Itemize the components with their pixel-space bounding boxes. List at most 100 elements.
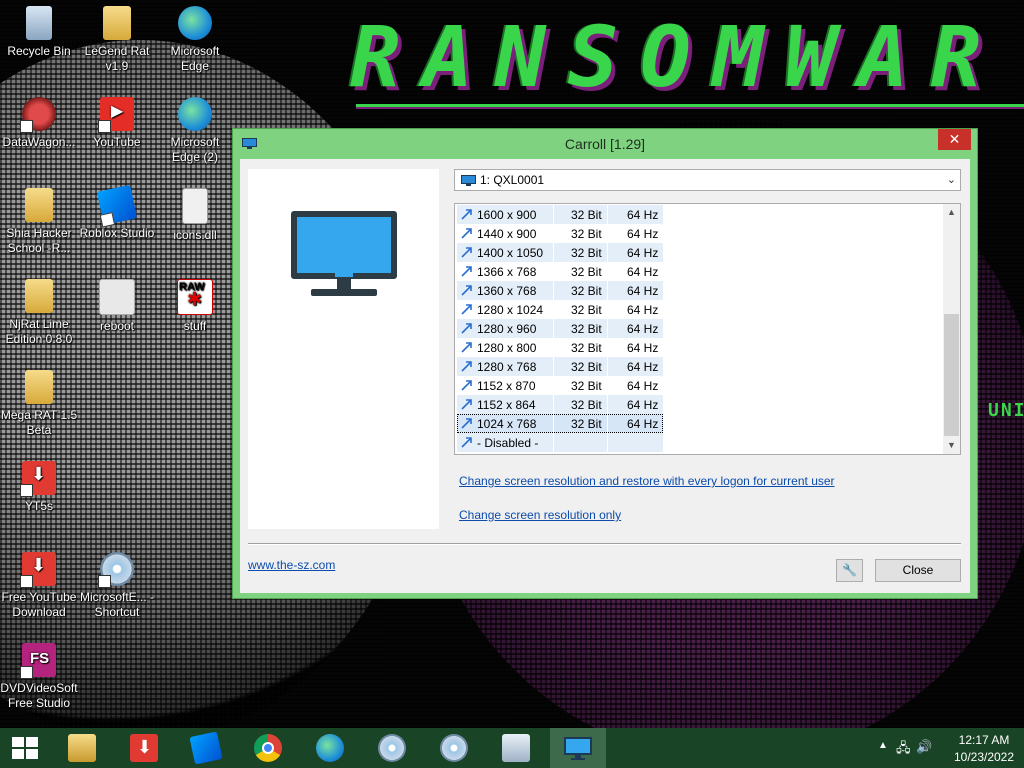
desktop-icon-label: Microsoft Edge [170, 44, 220, 73]
roblox-icon [96, 184, 138, 226]
desktop-icon-microsofte-shortcut[interactable]: MicrosoftE... - Shortcut [78, 552, 156, 620]
desktop-icon-icons-dll[interactable]: icons.dll [156, 188, 234, 243]
desktop-icon-microsoft-edge[interactable]: Microsoft Edge [156, 6, 234, 74]
desktop-icon-shia-hacker-school[interactable]: Shia Hacker School -R... [0, 188, 78, 256]
folder-icon [103, 6, 131, 40]
desktop-icon-label: DVDVideoSoft Free Studio [0, 681, 78, 710]
resolution-row[interactable]: - Disabled - [457, 433, 663, 452]
color-depth-cell: 32 Bit [571, 417, 602, 431]
color-depth-cell: 32 Bit [571, 227, 602, 241]
file-explorer-icon [68, 734, 96, 762]
resolution-cell: 1280 x 1024 [477, 303, 544, 317]
recycle-bin-icon [26, 6, 52, 40]
taskbar-disc-app-2[interactable] [426, 728, 482, 768]
resolution-list[interactable]: 1600 x 900 32 Bit 64 Hz 1440 x 900 32 Bit 64 … [454, 203, 961, 455]
taskbar-free-youtube-download[interactable] [116, 728, 172, 768]
display-dropdown-value: 1: QXL0001 [480, 173, 545, 187]
monitor-icon [564, 737, 592, 760]
desktop-icon-free-youtube-download[interactable]: Free YouTube Download [0, 552, 78, 620]
resolution-row[interactable]: 1152 x 870 32 Bit 64 Hz [457, 376, 663, 395]
color-depth-cell: 32 Bit [571, 360, 602, 374]
change-resolution-restore-link[interactable]: Change screen resolution and restore wit… [459, 474, 835, 488]
resolution-cell: 1280 x 768 [477, 360, 537, 374]
desktop-icon-label: Shia Hacker School -R... [6, 226, 72, 255]
resolution-row[interactable]: 1360 x 768 32 Bit 64 Hz [457, 281, 663, 300]
refresh-rate-cell: 64 Hz [627, 417, 659, 431]
taskbar-task-monitor[interactable] [488, 728, 544, 768]
desktop-icon-dvdvideosoft[interactable]: DVDVideoSoft Free Studio [0, 643, 78, 711]
resolution-cell: 1440 x 900 [477, 227, 537, 241]
edge-icon [178, 97, 212, 131]
resize-arrow-icon [461, 399, 472, 410]
refresh-rate-cell: 64 Hz [627, 227, 659, 241]
color-depth-cell: 32 Bit [571, 379, 602, 393]
taskbar-chrome[interactable] [240, 728, 296, 768]
resolution-cell: 1360 x 768 [477, 284, 537, 298]
window-client-area: 1: QXL0001 ⌄ 1600 x 900 32 Bit 64 Hz 1440 x… [240, 159, 970, 593]
window-close-button[interactable]: ✕ [938, 129, 971, 150]
close-button[interactable]: Close [875, 559, 961, 582]
desktop-icon-yt5s[interactable]: YT5s [0, 461, 78, 514]
resolution-row[interactable]: 1400 x 1050 32 Bit 64 Hz [457, 243, 663, 262]
desktop-icon-recycle-bin[interactable]: Recycle Bin [0, 6, 78, 59]
show-hidden-icons-icon[interactable]: ▲ [878, 740, 888, 751]
network-icon[interactable]: 🖧 [896, 739, 911, 761]
desktop-icon-mega-rat[interactable]: Mega RAT 1.5 Beta [0, 370, 78, 438]
taskbar-disc-app-1[interactable] [364, 728, 420, 768]
folder-icon [25, 370, 53, 404]
resolution-row[interactable]: 1600 x 900 32 Bit 64 Hz [457, 205, 663, 224]
resolution-row[interactable]: 1024 x 768 32 Bit 64 Hz [457, 414, 663, 433]
resolution-row[interactable]: 1280 x 800 32 Bit 64 Hz [457, 338, 663, 357]
desktop-icon-legend-rat[interactable]: LeGend Rat v1.9 [78, 6, 156, 74]
display-dropdown[interactable]: 1: QXL0001 ⌄ [454, 169, 961, 191]
resolution-list-scrollbar[interactable]: ▲ ▼ [943, 204, 960, 454]
disc-icon [98, 552, 134, 588]
resolution-cell: 1024 x 768 [477, 417, 537, 431]
settings-wrench-button[interactable]: 🔧 [836, 559, 863, 582]
system-tray: ▲ 🖧 🔊 12:17 AM 10/23/2022 [874, 728, 1024, 768]
resize-arrow-icon [461, 323, 472, 334]
desktop-icon-youtube[interactable]: YouTube [78, 97, 156, 150]
desktop-icon-microsoft-edge-2[interactable]: Microsoft Edge (2) [156, 97, 234, 165]
desktop-icon-reboot[interactable]: reboot [78, 279, 156, 334]
website-link[interactable]: www.the-sz.com [248, 558, 335, 572]
resolution-cell: 1366 x 768 [477, 265, 537, 279]
start-button[interactable] [0, 728, 56, 768]
desktop-icon-datawagon[interactable]: DataWagon... [0, 97, 78, 150]
resolution-row[interactable]: 1280 x 768 32 Bit 64 Hz [457, 357, 663, 376]
resolution-row[interactable]: 1280 x 960 32 Bit 64 Hz [457, 319, 663, 338]
taskbar-file-explorer[interactable] [54, 728, 110, 768]
scrollbar-thumb[interactable] [944, 314, 959, 436]
chart-monitor-icon [502, 734, 530, 762]
folder-icon [25, 188, 53, 222]
resolution-row[interactable]: 1152 x 864 32 Bit 64 Hz [457, 395, 663, 414]
clock-time[interactable]: 12:17 AM [946, 733, 1022, 747]
desktop-icon-label: LeGend Rat v1.9 [84, 44, 150, 73]
disc-icon [378, 734, 406, 762]
display-preview-panel [248, 169, 439, 529]
window-title: Carroll [1.29] [564, 136, 646, 152]
color-depth-cell: 32 Bit [571, 303, 602, 317]
taskbar-edge[interactable] [302, 728, 358, 768]
desktop-icon-roblox-studio[interactable]: Roblox Studio [78, 184, 156, 241]
desktop-icon-njrat[interactable]: NjRat Lime Edition 0.8.0 [0, 279, 78, 347]
taskbar-roblox-studio[interactable] [178, 728, 234, 768]
resolution-row[interactable]: 1280 x 1024 32 Bit 64 Hz [457, 300, 663, 319]
resolution-row[interactable]: 1440 x 900 32 Bit 64 Hz [457, 224, 663, 243]
raw-icon [177, 279, 213, 315]
change-resolution-only-link[interactable]: Change screen resolution only [459, 508, 621, 522]
color-depth-cell: 32 Bit [571, 246, 602, 260]
title-bar[interactable]: Carroll [1.29] ✕ [233, 129, 977, 159]
volume-icon[interactable]: 🔊 [916, 739, 932, 755]
desktop-icon-stuff[interactable]: stuff [156, 279, 234, 334]
desktop-icon-label: YT5s [24, 499, 53, 513]
resize-arrow-icon [461, 228, 472, 239]
scroll-up-arrow-icon[interactable]: ▲ [943, 204, 960, 221]
resolution-cell: 1152 x 864 [477, 398, 536, 412]
scroll-down-arrow-icon[interactable]: ▼ [943, 437, 960, 454]
resolution-row[interactable]: 1366 x 768 32 Bit 64 Hz [457, 262, 663, 281]
clock-date[interactable]: 10/23/2022 [946, 750, 1022, 764]
resize-arrow-icon [461, 209, 472, 220]
desktop-icon-label: Microsoft Edge (2) [170, 135, 220, 164]
taskbar-carroll[interactable] [550, 728, 606, 768]
